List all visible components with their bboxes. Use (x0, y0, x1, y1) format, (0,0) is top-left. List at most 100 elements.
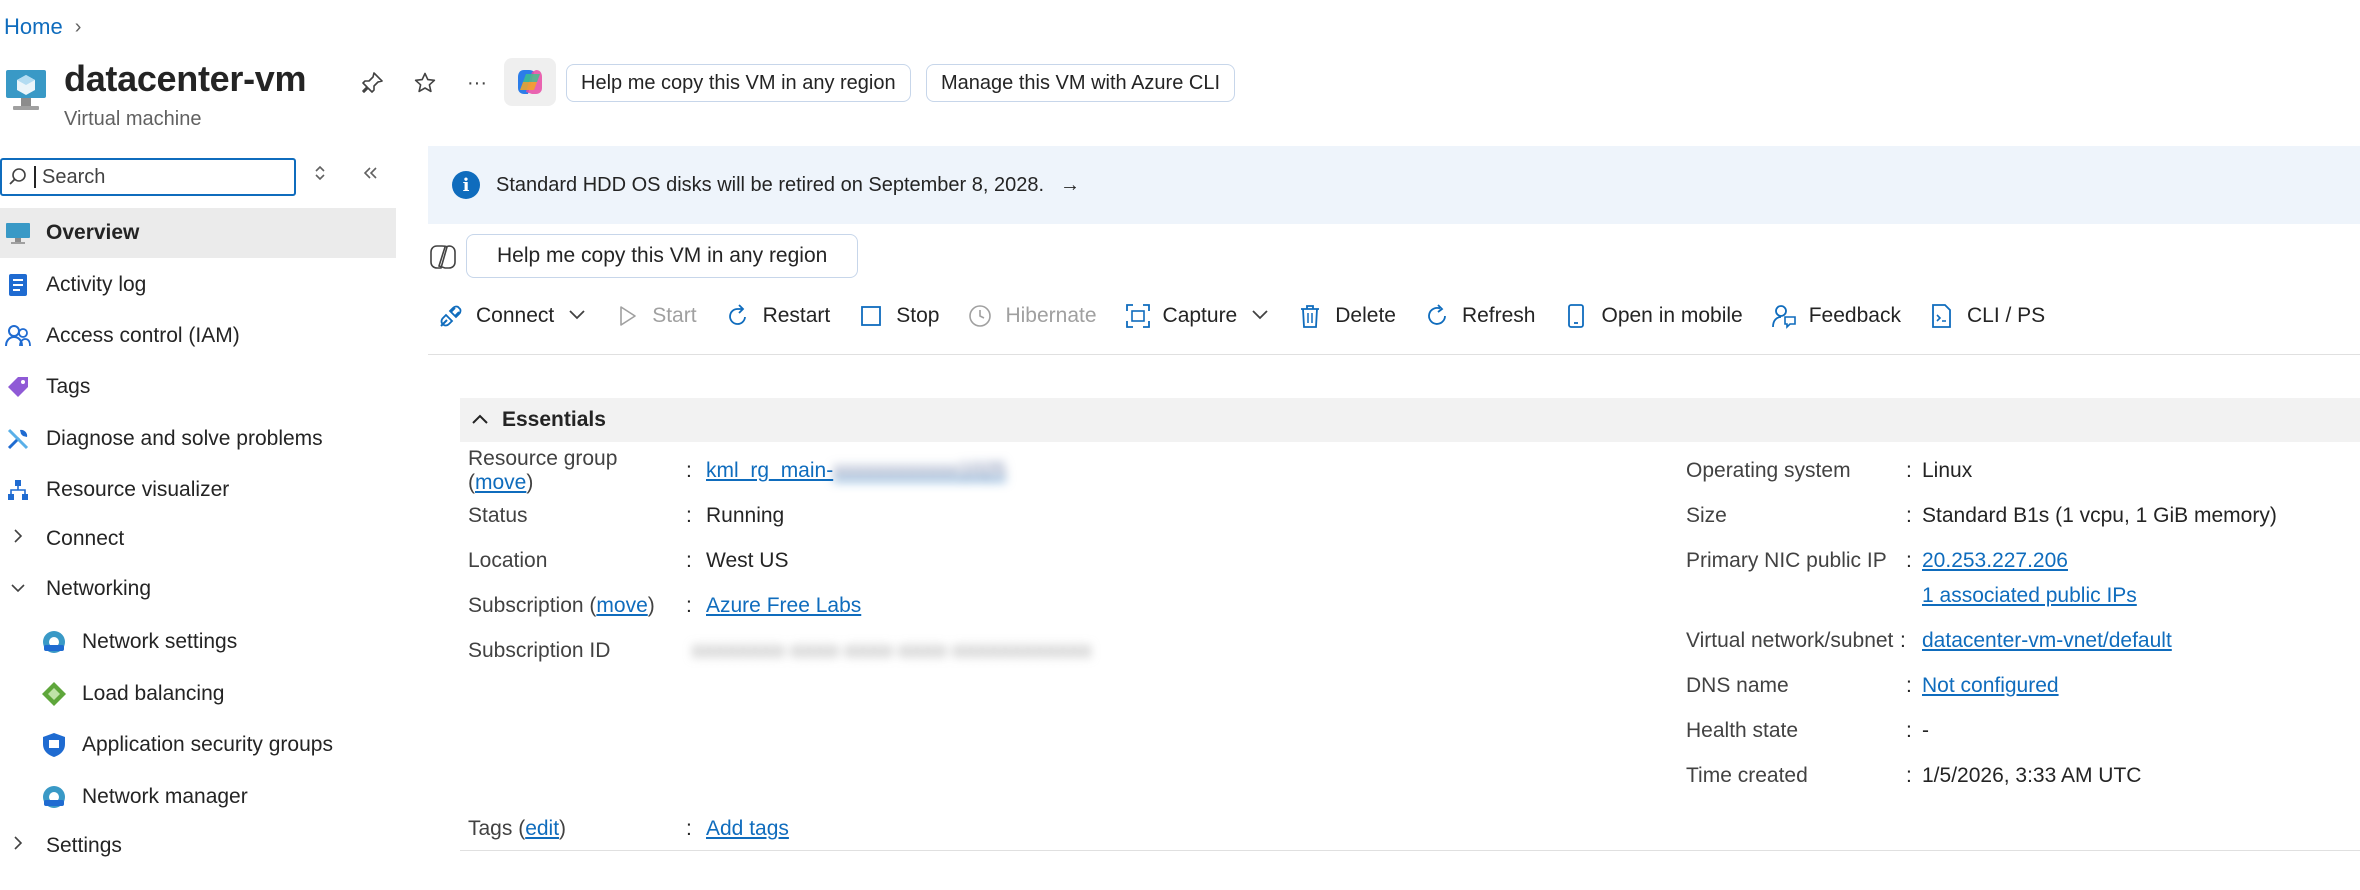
location-row: Location : West US (468, 546, 788, 576)
load-balancer-icon (40, 680, 68, 708)
restart-icon (723, 301, 753, 331)
resource-group-move-link[interactable]: move (475, 471, 526, 494)
sidebar-group-settings[interactable]: Settings (0, 821, 396, 871)
copy-vm-region-button[interactable]: Help me copy this VM in any region (566, 64, 911, 102)
search-input[interactable]: Search (0, 158, 296, 196)
delete-button[interactable]: Delete (1295, 301, 1396, 331)
colon: : (1906, 764, 1912, 787)
sidebar-item-overview[interactable]: Overview (0, 208, 396, 258)
sidebar-item-network-manager[interactable]: Network manager (0, 772, 396, 822)
sidebar-item-network-settings[interactable]: Network settings (0, 617, 396, 667)
operating-system-value: Linux (1922, 459, 1973, 482)
colon: : (1906, 459, 1912, 482)
breadcrumb: Home › (4, 14, 81, 40)
sidebar-item-access-control[interactable]: Access control (IAM) (0, 311, 396, 361)
arrow-right-icon: → (1060, 173, 1081, 196)
time-created-row: Time created : 1/5/2026, 3:33 AM UTC (1686, 761, 2141, 791)
refresh-label: Refresh (1461, 304, 1536, 327)
chevron-right-icon (4, 833, 32, 859)
subscription-move-link[interactable]: move (596, 594, 647, 617)
start-button[interactable]: Start (612, 301, 697, 331)
more-options-icon[interactable]: ··· (462, 68, 492, 98)
essentials-divider (460, 850, 2360, 851)
plug-icon (436, 301, 466, 331)
colon: : (1900, 629, 1906, 652)
tags-label: Tags (edit) (468, 817, 567, 840)
hibernate-button[interactable]: Hibernate (965, 301, 1097, 331)
size-row: Size : Standard B1s (1 vcpu, 1 GiB memor… (1686, 501, 2277, 531)
cli-ps-label: CLI / PS (1966, 304, 2046, 327)
refresh-button[interactable]: Refresh (1422, 301, 1536, 331)
manage-azure-cli-button[interactable]: Manage this VM with Azure CLI (926, 64, 1236, 102)
time-created-value: 1/5/2026, 3:33 AM UTC (1922, 764, 2142, 787)
essentials-header[interactable]: Essentials (460, 398, 2360, 442)
public-ip-label: Primary NIC public IP (1686, 549, 1887, 572)
status-value: Running (706, 504, 785, 527)
open-in-mobile-button[interactable]: Open in mobile (1561, 301, 1743, 331)
stop-icon (856, 301, 886, 331)
capture-button[interactable]: Capture (1123, 301, 1270, 331)
subscription-id-label: Subscription ID (468, 639, 611, 662)
chevron-up-icon (470, 408, 490, 432)
subscription-id-value: xxxxxxxx-xxxx-xxxx-xxxx-xxxxxxxxxxxx (692, 639, 1092, 662)
sidebar-item-tags[interactable]: Tags (0, 362, 396, 412)
vnet-row: Virtual network/subnet : datacenter-vm-v… (1686, 626, 2172, 656)
retirement-banner[interactable]: i Standard HDD OS disks will be retired … (428, 146, 2360, 224)
hierarchy-icon (4, 476, 32, 504)
subscription-row: Subscription (move) : Azure Free Labs (468, 591, 861, 621)
collapse-sidebar-icon[interactable] (360, 162, 380, 190)
sidebar-item-label: Activity log (46, 273, 147, 296)
associated-public-ips-link[interactable]: 1 associated public IPs (1922, 584, 2137, 608)
colon: : (686, 817, 692, 840)
toolbar-divider (428, 354, 2360, 355)
connect-label: Connect (476, 304, 555, 327)
sidebar-group-networking[interactable]: Networking (0, 564, 396, 614)
hibernate-label: Hibernate (1005, 304, 1097, 327)
status-label: Status (468, 504, 528, 527)
subscription-label: Subscription (move) (468, 594, 655, 617)
pin-icon[interactable] (358, 68, 388, 98)
restart-button[interactable]: Restart (723, 301, 831, 331)
sidebar-item-load-balancing[interactable]: Load balancing (0, 669, 396, 719)
sidebar-item-label: Diagnose and solve problems (46, 427, 323, 450)
cli-ps-button[interactable]: CLI / PS (1927, 301, 2045, 331)
sidebar-item-label: Settings (46, 834, 122, 857)
feedback-label: Feedback (1808, 304, 1901, 327)
vnet-subnet-link[interactable]: datacenter-vm-vnet/default (1922, 629, 2172, 653)
size-label: Size (1686, 504, 1727, 527)
copilot-copy-vm-button[interactable]: Help me copy this VM in any region (466, 234, 859, 278)
status-row: Status : Running (468, 501, 784, 531)
sort-updown-icon[interactable] (312, 162, 328, 190)
add-tags-link[interactable]: Add tags (706, 817, 789, 841)
network-manager-icon (40, 783, 68, 811)
restart-label: Restart (762, 304, 831, 327)
public-ip-link[interactable]: 20.253.227.206 (1922, 549, 2068, 573)
subscription-link[interactable]: Azure Free Labs (706, 594, 861, 618)
resource-group-link[interactable]: kml_rg_main-xxxxxxxxxxxx1025 (706, 459, 1006, 483)
sidebar-group-connect[interactable]: Connect (0, 514, 396, 564)
health-label: Health state (1686, 719, 1799, 742)
colon: : (1906, 504, 1912, 527)
sidebar-item-diagnose[interactable]: Diagnose and solve problems (0, 414, 396, 464)
copilot-button[interactable] (504, 58, 556, 106)
connect-button[interactable]: Connect (436, 301, 586, 331)
colon: : (1906, 674, 1912, 697)
sidebar-item-activity-log[interactable]: Activity log (0, 260, 396, 310)
stop-button[interactable]: Stop (856, 301, 939, 331)
breadcrumb-home-link[interactable]: Home (4, 14, 63, 40)
health-value: - (1922, 719, 1929, 742)
chevron-down-icon (1251, 307, 1269, 325)
copilot-icon (518, 70, 542, 94)
start-label: Start (652, 304, 697, 327)
chevron-down-icon (4, 578, 32, 601)
colon: : (686, 549, 692, 572)
feedback-button[interactable]: Feedback (1769, 301, 1901, 331)
dns-not-configured-link[interactable]: Not configured (1922, 674, 2059, 698)
sidebar-item-application-security-groups[interactable]: Application security groups (0, 720, 396, 770)
sidebar-item-resource-visualizer[interactable]: Resource visualizer (0, 465, 396, 515)
tags-edit-link[interactable]: edit (525, 817, 559, 840)
essentials-title: Essentials (502, 408, 606, 431)
delete-label: Delete (1335, 304, 1396, 327)
star-icon[interactable] (410, 68, 440, 98)
capture-icon (1123, 301, 1153, 331)
